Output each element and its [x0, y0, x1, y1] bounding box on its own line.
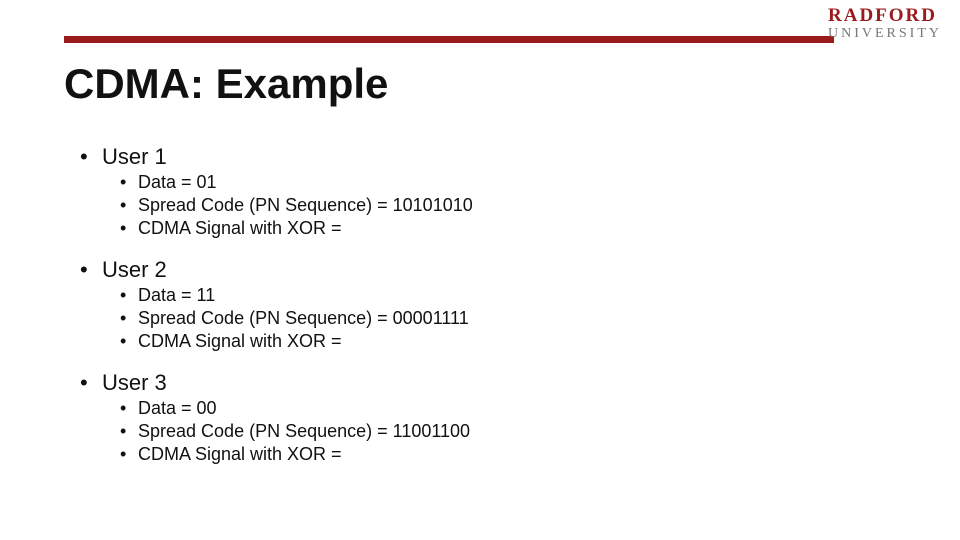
- user1-code: Spread Code (PN Sequence) = 10101010: [120, 195, 900, 216]
- user3-signal: CDMA Signal with XOR =: [120, 444, 900, 465]
- user2-data: Data = 11: [120, 285, 900, 306]
- brand-name: RADFORD: [828, 6, 942, 25]
- bullet-user-2: User 2: [80, 257, 900, 283]
- bullet-user-1: User 1: [80, 144, 900, 170]
- bullet-user-3: User 3: [80, 370, 900, 396]
- user1-signal: CDMA Signal with XOR =: [120, 218, 900, 239]
- user3-code: Spread Code (PN Sequence) = 11001100: [120, 421, 900, 442]
- user2-signal: CDMA Signal with XOR =: [120, 331, 900, 352]
- slide-body: User 1 Data = 01 Spread Code (PN Sequenc…: [80, 140, 900, 483]
- brand-sub: UNIVERSITY: [828, 27, 942, 41]
- header-rule: [64, 36, 834, 43]
- slide-title: CDMA: Example: [64, 60, 388, 108]
- user1-data: Data = 01: [120, 172, 900, 193]
- user3-data: Data = 00: [120, 398, 900, 419]
- brand-logo: RADFORD UNIVERSITY: [828, 6, 942, 41]
- user2-code: Spread Code (PN Sequence) = 00001111: [120, 308, 900, 329]
